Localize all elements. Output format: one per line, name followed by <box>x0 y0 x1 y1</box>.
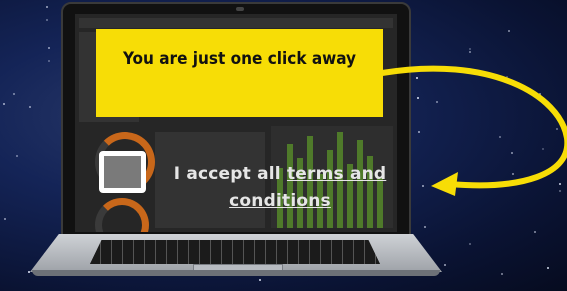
accept-terms-label: I accept all terms and conditions <box>160 161 400 215</box>
accept-terms-prefix: I accept all <box>173 164 287 184</box>
space-background: You are just one click away I accept all… <box>0 0 567 291</box>
curved-arrow-icon <box>379 65 567 196</box>
accept-terms-checkbox[interactable] <box>99 151 146 193</box>
